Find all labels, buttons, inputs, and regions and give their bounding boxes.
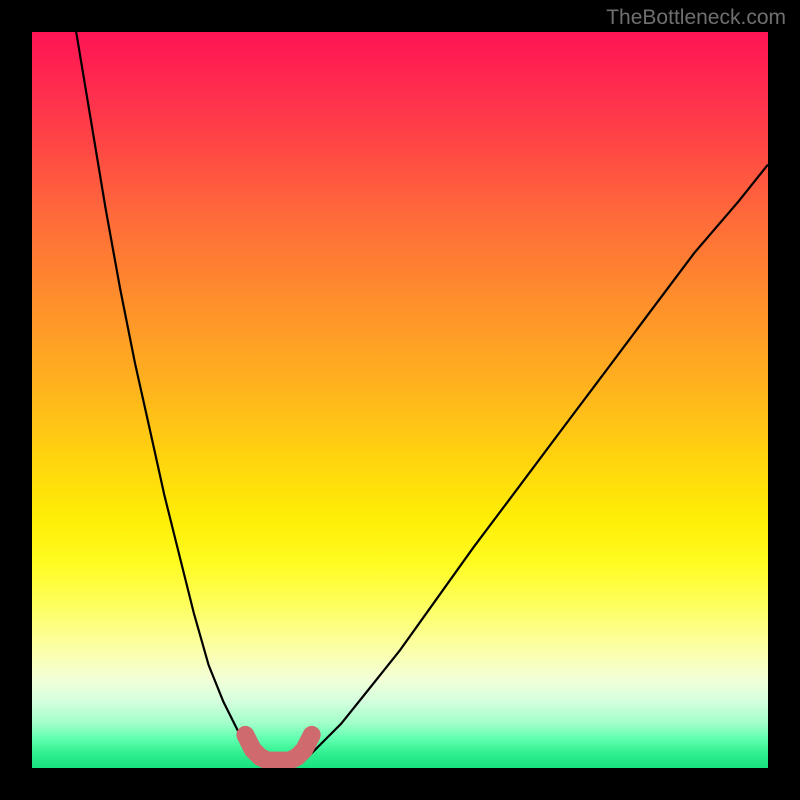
right-curve: [304, 165, 768, 761]
left-curve: [76, 32, 260, 761]
watermark-text: TheBottleneck.com: [606, 6, 786, 30]
highlight-band: [245, 735, 311, 761]
chart-svg: [32, 32, 768, 768]
chart-plot-area: [32, 32, 768, 768]
